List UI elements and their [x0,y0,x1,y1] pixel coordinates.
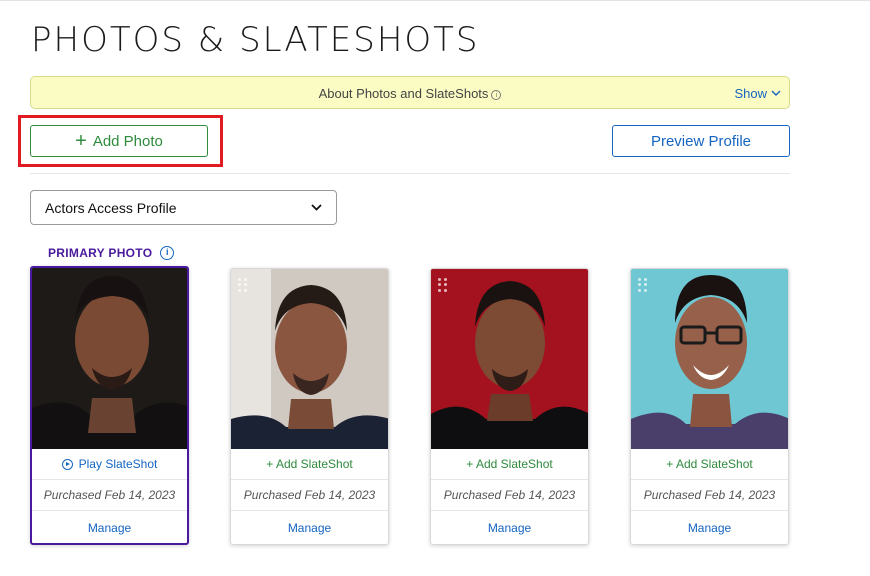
profile-select-value: Actors Access Profile [45,199,177,216]
about-banner-text: About Photos and SlateShots [318,86,489,101]
add-photo-button[interactable]: + Add Photo [30,125,208,157]
manage-row: Manage [231,512,388,543]
purchased-date: Purchased Feb 14, 2023 [643,488,776,502]
drag-handle-icon[interactable] [638,278,648,292]
add-slateshot-link[interactable]: + Add SlateShot [666,457,752,471]
manage-row: Manage [431,512,588,543]
about-banner-text-wrap: About Photos and SlateShots i [31,86,789,101]
purchased-date: Purchased Feb 14, 2023 [243,488,376,502]
headshot-photo[interactable] [32,268,187,449]
add-photo-label: Add Photo [92,132,163,150]
top-border [0,0,870,1]
divider [30,173,790,174]
slateshot-row: + Add SlateShot [231,449,388,480]
manage-link[interactable]: Manage [488,521,531,535]
headshot-photo[interactable] [231,269,388,449]
play-icon [61,458,73,470]
purchased-row: Purchased Feb 14, 2023 [431,480,588,511]
info-icon: i [491,90,502,100]
manage-link[interactable]: Manage [288,521,331,535]
info-icon[interactable]: i [160,246,175,260]
purchased-row: Purchased Feb 14, 2023 [32,480,187,511]
show-label: Show [734,86,767,101]
profile-select[interactable]: Actors Access Profile [30,190,337,225]
drag-handle-icon[interactable] [438,278,448,292]
headshot-photo[interactable] [631,269,788,449]
chevron-down-icon [311,204,322,211]
manage-row: Manage [32,512,187,543]
purchased-date: Purchased Feb 14, 2023 [443,488,576,502]
manage-link[interactable]: Manage [88,521,131,535]
drag-handle-icon[interactable] [238,278,248,292]
play-slateshot-link[interactable]: Play SlateShot [61,457,158,471]
add-slateshot-link[interactable]: + Add SlateShot [466,457,552,471]
primary-photo-label: PRIMARY PHOTO i [48,246,175,260]
manage-row: Manage [631,512,788,543]
add-slateshot-link[interactable]: + Add SlateShot [266,457,352,471]
purchased-row: Purchased Feb 14, 2023 [231,480,388,511]
plus-icon: + [75,130,87,152]
slateshot-row: + Add SlateShot [431,449,588,480]
primary-photo-text: PRIMARY PHOTO [48,246,153,260]
about-show-toggle[interactable]: Show [734,86,781,101]
page-title: PHOTOS & SLATESHOTS [31,20,480,60]
manage-link[interactable]: Manage [688,521,731,535]
purchased-date: Purchased Feb 14, 2023 [43,488,176,502]
preview-profile-button[interactable]: Preview Profile [612,125,790,157]
about-banner[interactable]: About Photos and SlateShots i Show [30,76,790,109]
purchased-row: Purchased Feb 14, 2023 [631,480,788,511]
photo-card: + Add SlateShot Purchased Feb 14, 2023 M… [430,268,589,545]
photo-card: + Add SlateShot Purchased Feb 14, 2023 M… [230,268,389,545]
photo-card-primary: Play SlateShot Purchased Feb 14, 2023 Ma… [30,266,189,545]
headshot-photo[interactable] [431,269,588,449]
photo-card: + Add SlateShot Purchased Feb 14, 2023 M… [630,268,789,545]
slateshot-label: Play SlateShot [78,457,158,471]
preview-profile-label: Preview Profile [650,132,752,150]
chevron-down-icon [771,90,781,96]
slateshot-row: + Add SlateShot [631,449,788,480]
slateshot-row: Play SlateShot [32,449,187,480]
